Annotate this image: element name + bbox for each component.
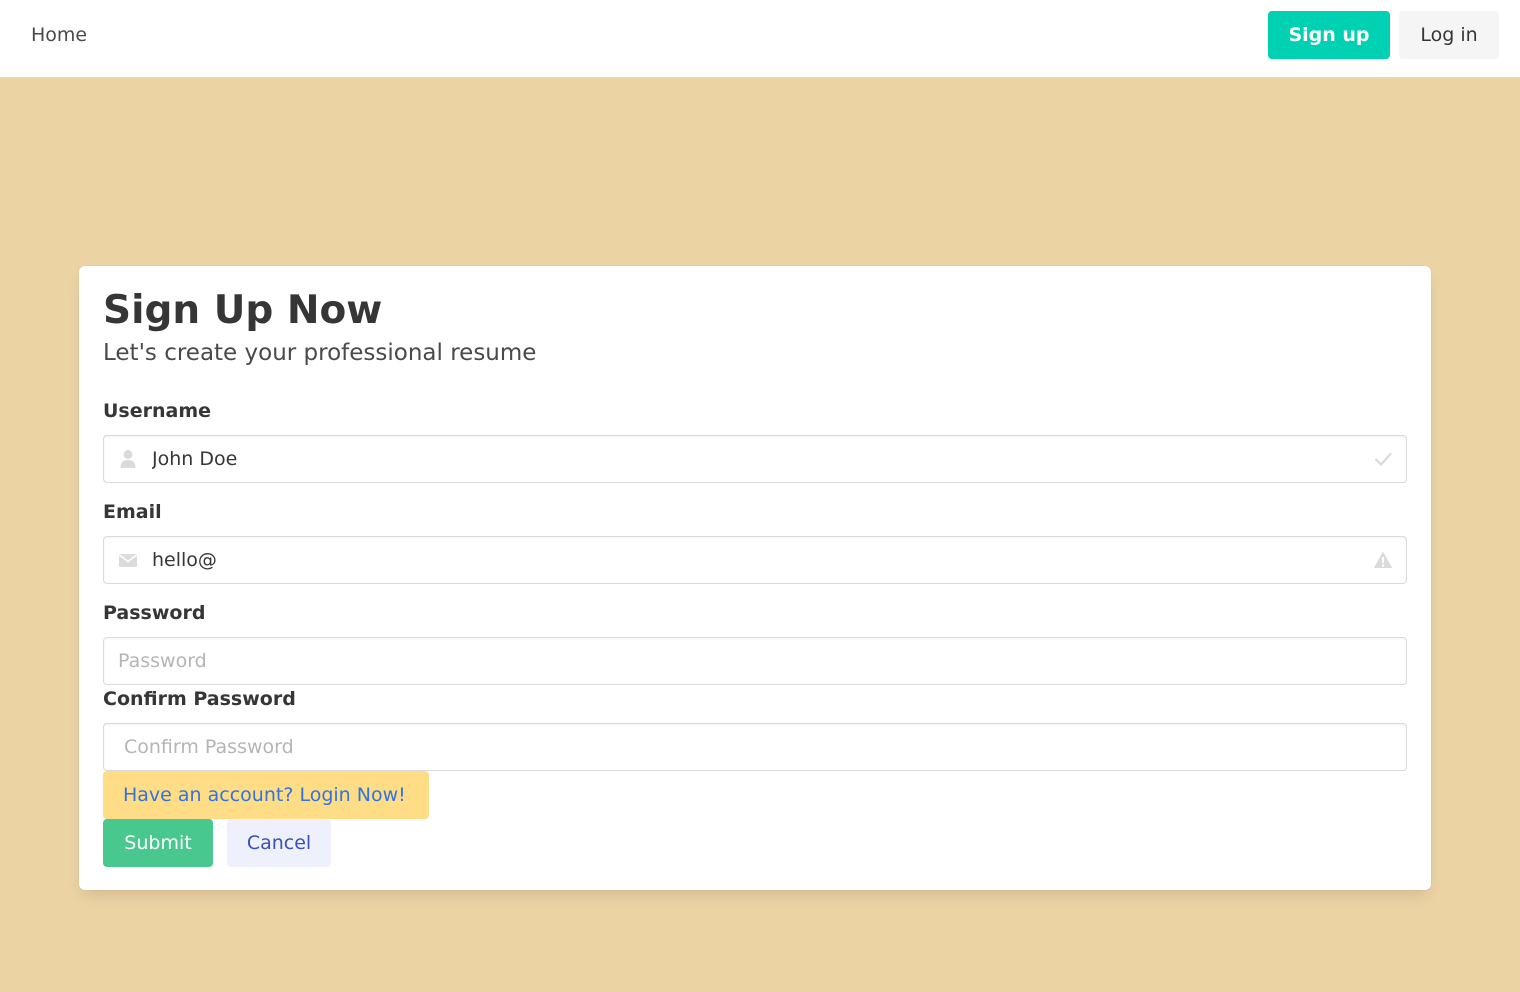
confirm-password-label: Confirm Password <box>103 688 296 710</box>
password-field <box>103 637 1407 685</box>
signup-card: Sign Up Now Let's create your profession… <box>79 266 1431 890</box>
email-field <box>103 536 1407 584</box>
page-title: Sign Up Now <box>103 288 383 333</box>
email-label: Email <box>103 501 162 523</box>
envelope-icon <box>118 549 138 571</box>
password-label: Password <box>103 602 206 624</box>
login-button[interactable]: Log in <box>1399 11 1499 59</box>
user-icon <box>118 448 138 470</box>
login-now-link[interactable]: Have an account? Login Now! <box>103 771 429 819</box>
username-input[interactable] <box>152 436 1362 482</box>
check-icon <box>1373 449 1393 469</box>
submit-button[interactable]: Submit <box>103 819 213 867</box>
confirm-password-input[interactable] <box>124 724 1388 770</box>
username-label: Username <box>103 400 212 422</box>
warning-icon <box>1373 550 1393 570</box>
email-input[interactable] <box>152 537 1362 583</box>
top-navbar: Home Sign up Log in <box>0 0 1520 78</box>
page-subtitle: Let's create your professional resume <box>103 340 537 366</box>
cancel-button[interactable]: Cancel <box>227 819 331 867</box>
password-input[interactable] <box>118 638 1388 684</box>
confirm-password-field <box>103 723 1407 771</box>
signup-button[interactable]: Sign up <box>1268 11 1390 59</box>
username-field <box>103 435 1407 483</box>
nav-home-link[interactable]: Home <box>31 24 87 46</box>
